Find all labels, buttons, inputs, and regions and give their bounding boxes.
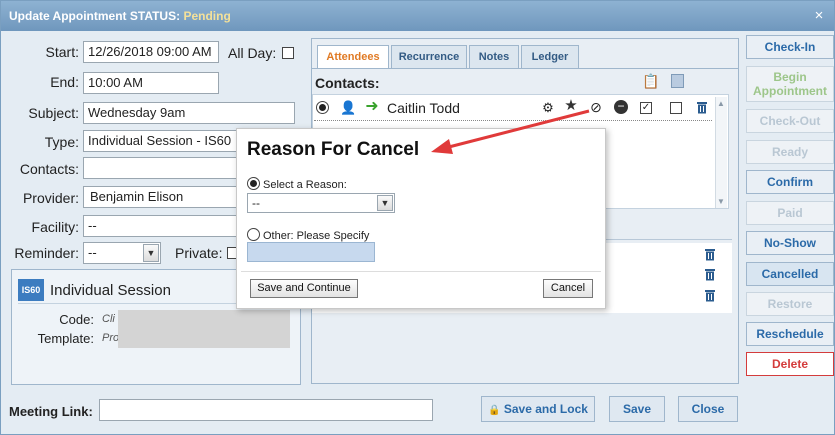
session-title: Individual Session — [50, 282, 171, 299]
window-title: Update Appointment STATUS: — [9, 9, 181, 23]
contacts-label: Contacts: — [19, 161, 79, 177]
private-label: Private: — [175, 245, 223, 261]
template-label: Template: — [37, 331, 94, 346]
chevron-down-icon: ▼ — [143, 244, 159, 262]
trash-icon[interactable] — [704, 248, 716, 261]
reason-select[interactable]: -- ▼ — [247, 193, 395, 213]
redacted-block — [118, 310, 290, 348]
save-button[interactable]: Save — [609, 396, 665, 422]
save-and-lock-label: Save and Lock — [503, 402, 588, 416]
confirm-button[interactable]: Confirm — [746, 170, 834, 194]
tab-ledger[interactable]: Ledger — [521, 45, 579, 69]
reminder-label: Reminder: — [14, 245, 79, 261]
calendar-icon[interactable] — [671, 74, 684, 88]
status-text: Pending — [183, 9, 231, 23]
appointment-window: Update Appointment STATUS: Pending × Sta… — [0, 0, 835, 435]
subject-label: Subject: — [28, 105, 79, 121]
close-button[interactable]: Close — [678, 396, 738, 422]
reason-select-value: -- — [252, 196, 260, 210]
code-label: Code: — [59, 312, 94, 327]
arrow-right-icon[interactable]: ➜ — [365, 99, 379, 115]
trash-icon[interactable] — [704, 289, 716, 302]
subject-input[interactable]: Wednesday 9am — [83, 102, 295, 124]
billable-checkbox[interactable] — [670, 102, 682, 114]
meeting-link-input[interactable] — [99, 399, 433, 421]
type-label: Type: — [44, 134, 79, 150]
begin-appointment-button[interactable]: Begin Appointment — [746, 66, 834, 102]
tab-underline — [311, 68, 739, 69]
select-reason-radio[interactable] — [247, 177, 260, 190]
lock-icon: 🔒 — [488, 405, 501, 416]
end-label: End: — [50, 74, 79, 90]
check-out-button[interactable]: Check-Out — [746, 109, 834, 133]
paid-button[interactable]: Paid — [746, 201, 834, 225]
end-input[interactable]: 10:00 AM — [83, 72, 219, 94]
contacts-header: Contacts: — [315, 75, 380, 91]
start-label: Start: — [45, 44, 79, 60]
ready-button[interactable]: Ready — [746, 140, 834, 164]
no-show-button[interactable]: No-Show — [746, 231, 834, 255]
attended-checkbox[interactable]: ✓ — [640, 102, 652, 114]
reminder-select[interactable]: -- ▼ — [83, 242, 161, 264]
cancel-button[interactable]: Cancel — [543, 279, 593, 298]
add-note-icon[interactable]: 📋 — [642, 74, 659, 88]
all-day-checkbox[interactable] — [282, 47, 294, 59]
other-reason-input[interactable] — [247, 242, 375, 262]
attendee-primary-radio[interactable] — [316, 101, 329, 114]
close-icon[interactable]: × — [812, 1, 826, 31]
minus-circle-icon[interactable]: − — [614, 100, 628, 114]
check-in-button[interactable]: Check-In — [746, 35, 834, 59]
provider-label: Provider: — [22, 190, 79, 206]
code-value: Cli — [102, 313, 115, 325]
template-value: Pro — [102, 332, 120, 344]
title-bar: Update Appointment STATUS: Pending — [1, 1, 834, 31]
cancelled-button[interactable]: Cancelled — [746, 262, 834, 286]
reminder-value: -- — [88, 245, 97, 260]
other-reason-radio[interactable] — [247, 228, 260, 241]
tab-attendees[interactable]: Attendees — [317, 45, 389, 69]
other-reason-label: Other: Please Specify — [263, 230, 370, 242]
scrollbar[interactable] — [715, 97, 727, 208]
dialog-title: Reason For Cancel — [247, 139, 420, 160]
add-user-icon[interactable]: 👤 — [340, 101, 356, 115]
session-badge: IS60 — [18, 279, 44, 301]
reschedule-button[interactable]: Reschedule — [746, 322, 834, 346]
chevron-down-icon: ▼ — [377, 195, 393, 211]
scroll-down-icon[interactable]: ▼ — [715, 195, 727, 209]
facility-label: Facility: — [31, 219, 79, 235]
scroll-up-icon[interactable]: ▲ — [715, 97, 727, 111]
save-and-continue-button[interactable]: Save and Continue — [250, 279, 358, 298]
trash-icon[interactable] — [704, 268, 716, 281]
annotation-arrow — [431, 109, 590, 154]
select-reason-label: Select a Reason: — [263, 179, 347, 191]
restore-button[interactable]: Restore — [746, 292, 834, 316]
all-day-label: All Day: — [228, 45, 277, 61]
divider — [241, 271, 601, 272]
start-input[interactable]: 12/26/2018 09:00 AM — [83, 41, 219, 63]
tab-notes[interactable]: Notes — [469, 45, 519, 69]
save-and-lock-button[interactable]: 🔒 Save and Lock — [481, 396, 595, 422]
delete-button[interactable]: Delete — [746, 352, 834, 376]
tab-recurrence[interactable]: Recurrence — [391, 45, 467, 69]
trash-icon[interactable] — [696, 101, 708, 114]
meeting-link-label: Meeting Link: — [9, 404, 93, 419]
